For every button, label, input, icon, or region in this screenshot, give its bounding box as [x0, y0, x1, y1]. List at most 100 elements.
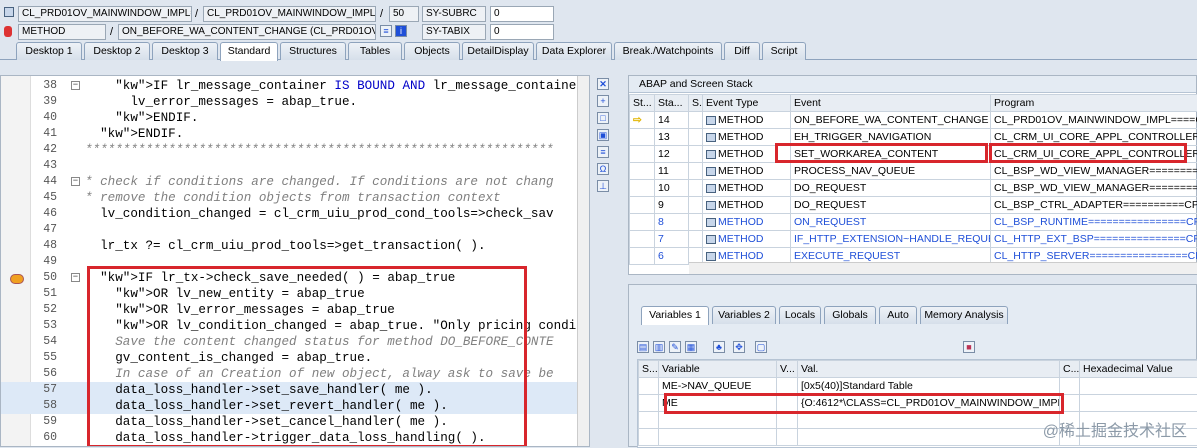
fold-toggle-icon[interactable]: −	[71, 81, 80, 90]
program-cell[interactable]: CL_PRD01OV_MAINWINDOW_IMPL====CP	[991, 112, 1197, 129]
empty-cell[interactable]	[798, 412, 1060, 429]
empty-cell[interactable]	[777, 412, 798, 429]
col-s[interactable]: S...	[689, 95, 703, 112]
stack-level-cell[interactable]: 9	[655, 197, 689, 214]
tab-memory-analysis[interactable]: Memory Analysis	[920, 306, 1008, 324]
stack-level-cell[interactable]: 13	[655, 129, 689, 146]
program-cell[interactable]: CL_BSP_CTRL_ADAPTER==========CP	[991, 197, 1197, 214]
tab-desktop-3[interactable]: Desktop 3	[152, 42, 218, 60]
stack-row[interactable]: 7METHODIF_HTTP_EXTENSION~HANDLE_REQUESTC…	[630, 231, 1197, 248]
tree-icon[interactable]: ⊥	[597, 180, 609, 192]
stack-row[interactable]: 10METHODDO_REQUESTCL_BSP_WD_VIEW_MANAGER…	[630, 180, 1197, 197]
stack-current-cell[interactable]	[630, 129, 655, 146]
code-line[interactable]: 48 lr_tx ?= cl_crm_uiu_prod_tools=>get_t…	[1, 238, 579, 254]
stack-row[interactable]: 8METHODON_REQUESTCL_BSP_RUNTIME=========…	[630, 214, 1197, 231]
event-cell[interactable]: DO_REQUEST	[791, 180, 991, 197]
empty-cell[interactable]	[777, 429, 798, 446]
code-line[interactable]: 42**************************************…	[1, 142, 579, 158]
program-cell[interactable]: CL_BSP_WD_VIEW_MANAGER========CP	[991, 180, 1197, 197]
stack-current-cell[interactable]	[630, 146, 655, 163]
tab-script[interactable]: Script	[762, 42, 806, 60]
event-type-cell[interactable]: METHOD	[703, 214, 791, 231]
event-cell[interactable]: DO_REQUEST	[791, 197, 991, 214]
tab-variables-1[interactable]: Variables 1	[641, 306, 709, 325]
program-field[interactable]: CL_PRD01OV_MAINWINDOW_IMPL===	[18, 6, 192, 22]
event-type-cell[interactable]: METHOD	[703, 180, 791, 197]
code-line[interactable]: 38− "kw">IF lr_message_container IS BOUN…	[1, 78, 579, 94]
stack-current-cell[interactable]	[630, 197, 655, 214]
layout-icon[interactable]: ▢	[755, 341, 767, 353]
value-cell[interactable]: [0x5(40)]Standard Table	[798, 378, 1060, 395]
col-hex-value[interactable]: Hexadecimal Value	[1080, 361, 1197, 378]
var-s-cell[interactable]	[639, 395, 659, 412]
sy-tabix-value[interactable]: 0	[490, 24, 554, 40]
hierarchy-icon[interactable]: ♣	[713, 341, 725, 353]
stack-current-cell[interactable]	[630, 163, 655, 180]
stack-s-cell[interactable]	[689, 180, 703, 197]
tab-structures[interactable]: Structures	[280, 42, 346, 60]
tab-diff[interactable]: Diff	[724, 42, 760, 60]
tab-locals[interactable]: Locals	[779, 306, 821, 324]
event-type-cell[interactable]: METHOD	[703, 163, 791, 180]
tab-tables[interactable]: Tables	[348, 42, 402, 60]
col-var-s[interactable]: S...	[639, 361, 659, 378]
event-type-cell[interactable]: METHOD	[703, 112, 791, 129]
stack-level-cell[interactable]: 6	[655, 248, 689, 265]
stack-row[interactable]: 9 METHODDO_REQUESTCL_BSP_CTRL_ADAPTER====…	[630, 197, 1197, 214]
col-status[interactable]: St...	[630, 95, 655, 112]
tab-breakpoints[interactable]: Break./Watchpoints	[614, 42, 722, 60]
tab-standard[interactable]: Standard	[220, 42, 278, 61]
col-value[interactable]: Val.	[798, 361, 1060, 378]
sy-subrc-value[interactable]: 0	[490, 6, 554, 22]
navigate-icon[interactable]: ≡	[380, 25, 392, 37]
edit-icon[interactable]: ✎	[669, 341, 681, 353]
stack-s-cell[interactable]	[689, 129, 703, 146]
code-line[interactable]: 47	[1, 222, 579, 238]
code-scrollbar[interactable]	[577, 76, 589, 446]
stack-s-cell[interactable]	[689, 146, 703, 163]
event-cell[interactable]: IF_HTTP_EXTENSION~HANDLE_REQUEST	[791, 231, 991, 248]
program-cell[interactable]: CL_BSP_RUNTIME================CP	[991, 214, 1197, 231]
stack-current-cell[interactable]	[630, 214, 655, 231]
close-icon[interactable]: ✕	[597, 78, 609, 90]
stack-s-cell[interactable]	[689, 197, 703, 214]
stack-current-cell[interactable]	[630, 248, 655, 265]
line-field[interactable]: 50	[389, 6, 419, 22]
tab-desktop-2[interactable]: Desktop 2	[84, 42, 150, 60]
empty-cell[interactable]	[798, 429, 1060, 446]
code-line[interactable]: 45* remove the condition objects from tr…	[1, 190, 579, 206]
stack-current-cell[interactable]: ⇨	[630, 112, 655, 129]
event-field[interactable]: ON_BEFORE_WA_CONTENT_CHANGE (CL_PRD01OV_…	[118, 24, 376, 40]
variable-row[interactable]: ME->NAV_QUEUE[0x5(40)]Standard Table	[639, 378, 1197, 395]
info-icon[interactable]: i	[395, 25, 407, 37]
col-event-type[interactable]: Event Type	[703, 95, 791, 112]
tab-desktop-1[interactable]: Desktop 1	[16, 42, 82, 60]
event-cell[interactable]: PROCESS_NAV_QUEUE	[791, 163, 991, 180]
col-variable[interactable]: Variable	[659, 361, 777, 378]
expand-icon[interactable]: □	[597, 112, 609, 124]
hex-cell[interactable]	[1080, 395, 1197, 412]
event-type-cell[interactable]: METHOD	[703, 197, 791, 214]
var-c-cell[interactable]	[1060, 378, 1080, 395]
col-program[interactable]: Program	[991, 95, 1197, 112]
event-cell[interactable]: ON_BEFORE_WA_CONTENT_CHANGE	[791, 112, 991, 129]
col-v[interactable]: V...	[777, 361, 798, 378]
stack-s-cell[interactable]	[689, 231, 703, 248]
list-icon[interactable]: ≡	[597, 146, 609, 158]
code-line[interactable]: 41 "kw">ENDIF.	[1, 126, 579, 142]
stack-level-cell[interactable]: 14	[655, 112, 689, 129]
breakpoint-icon[interactable]	[10, 274, 24, 284]
var-v-cell[interactable]	[777, 378, 798, 395]
stack-level-cell[interactable]: 12	[655, 146, 689, 163]
empty-cell[interactable]	[639, 412, 659, 429]
empty-cell[interactable]	[659, 429, 777, 446]
code-line[interactable]: 43	[1, 158, 579, 174]
code-line[interactable]: 46 lv_condition_changed = cl_crm_uiu_pro…	[1, 206, 579, 222]
stack-s-cell[interactable]	[689, 214, 703, 231]
source-code-editor[interactable]: 38− "kw">IF lr_message_container IS BOUN…	[0, 75, 590, 447]
disk-icon[interactable]: ■	[963, 341, 975, 353]
stack-s-cell[interactable]	[689, 163, 703, 180]
event-type-field[interactable]: METHOD	[18, 24, 106, 40]
empty-cell[interactable]	[659, 412, 777, 429]
code-line[interactable]: 40 "kw">ENDIF.	[1, 110, 579, 126]
